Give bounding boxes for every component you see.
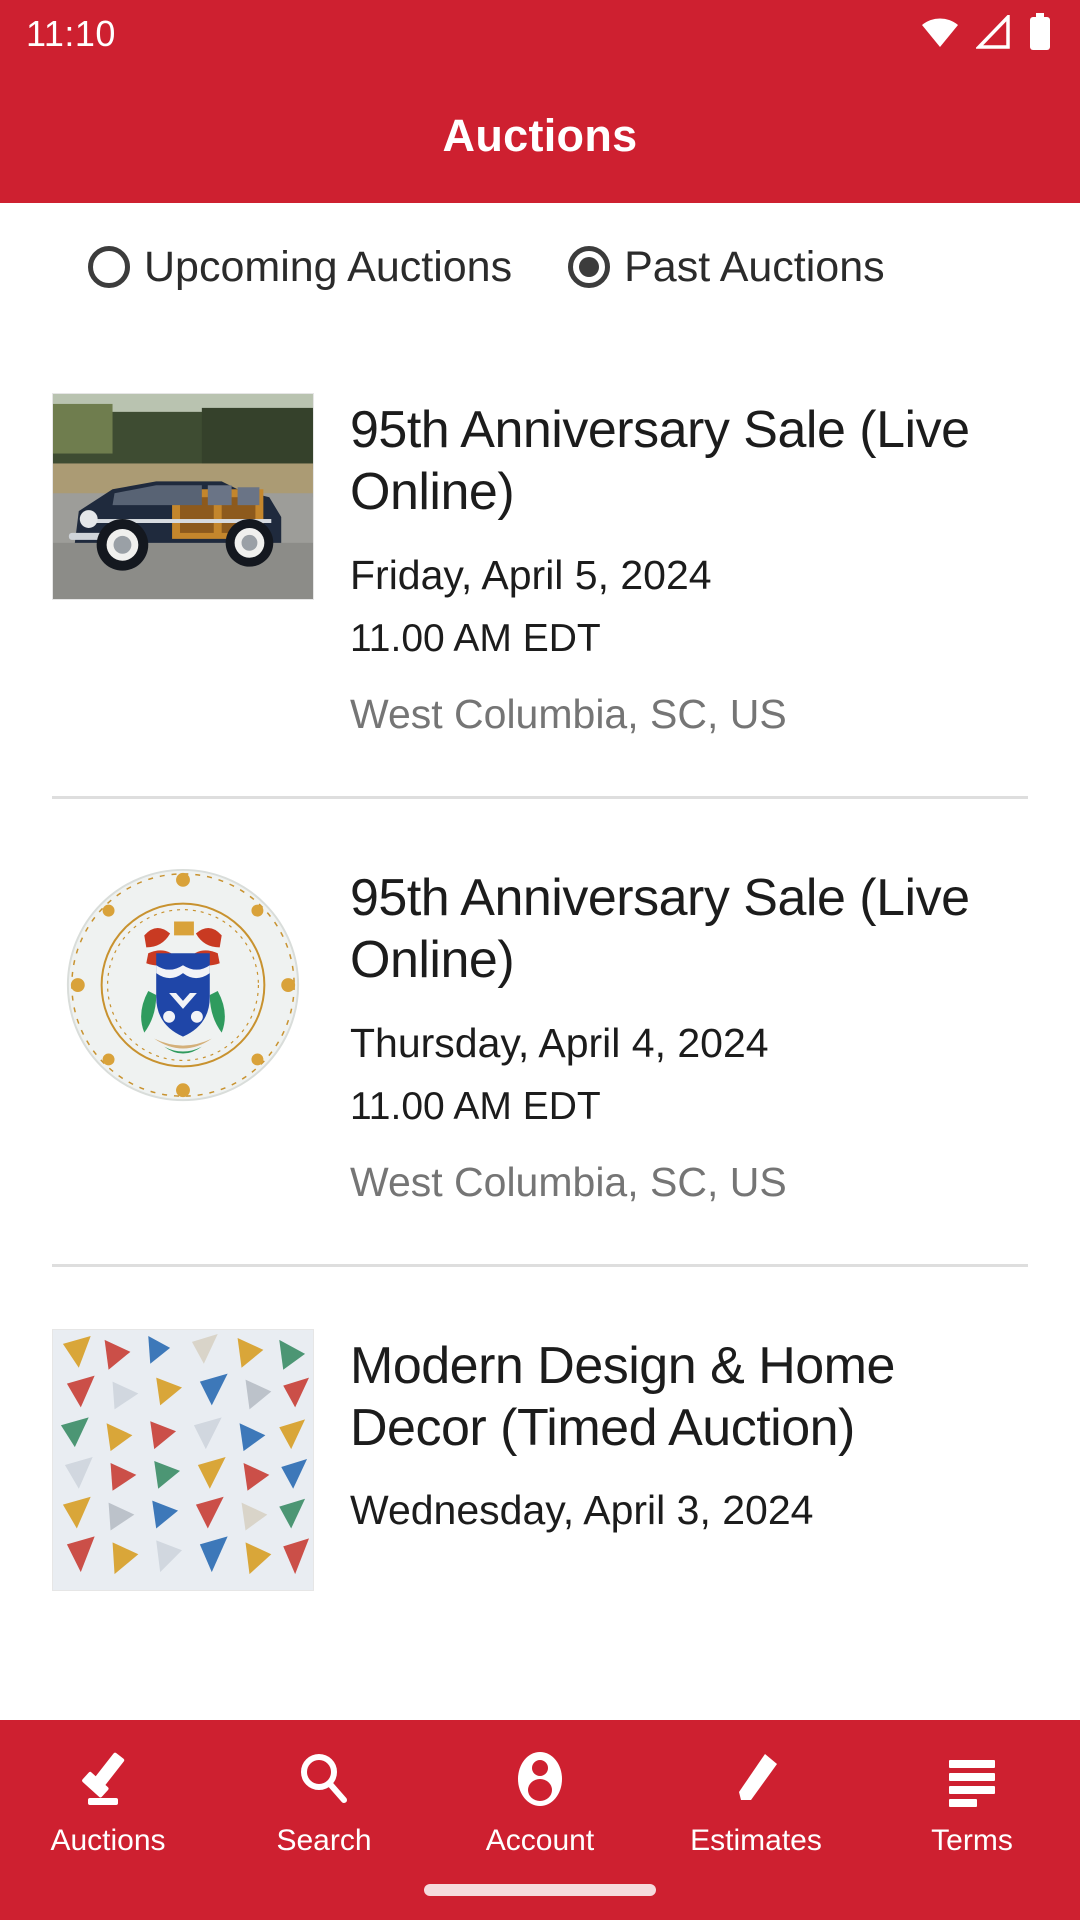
auction-title: Modern Design & Home Decor (Timed Auctio… xyxy=(350,1336,895,1457)
radio-upcoming-auctions-label: Upcoming Auctions xyxy=(144,242,513,291)
nav-item-terms[interactable]: Terms xyxy=(864,1748,1080,1858)
auction-date: Thursday, April 4, 2024 xyxy=(350,1019,769,1066)
auction-thumbnail[interactable] xyxy=(52,860,314,1206)
wifi-icon xyxy=(920,16,960,53)
status-bar: 11:10 xyxy=(0,0,1080,68)
radio-upcoming-auctions[interactable]: Upcoming Auctions xyxy=(88,243,512,292)
armorial-porcelain-plate-photo xyxy=(52,860,314,1109)
auctions-screen: 11:10 Auctions Upcoming Auctions Past Au… xyxy=(0,0,1080,1920)
radio-past-auctions-label: Past Auctions xyxy=(624,242,885,291)
auction-time: 11.00 AM EDT xyxy=(350,1084,601,1128)
status-time: 11:10 xyxy=(26,13,116,54)
auction-title: 95th Anniversary Sale (Live Online) xyxy=(350,401,970,522)
radio-unselected-icon xyxy=(88,246,130,288)
radio-past-auctions[interactable]: Past Auctions xyxy=(568,243,885,292)
nav-label-account: Account xyxy=(485,1824,595,1857)
nav-item-account[interactable]: Account xyxy=(432,1748,648,1858)
list-item[interactable]: Modern Design & Home Decor (Timed Auctio… xyxy=(0,1267,1080,1591)
auction-title: 95th Anniversary Sale (Live Online) xyxy=(350,868,970,990)
auction-location: West Columbia, SC, US xyxy=(350,690,787,737)
cellular-signal-icon xyxy=(974,12,1012,54)
auction-date: Friday, April 5, 2024 xyxy=(350,551,712,598)
nav-label-search: Search xyxy=(276,1824,372,1857)
nav-item-auctions[interactable]: Auctions xyxy=(0,1748,216,1858)
auction-details: 95th Anniversary Sale (Live Online) Frid… xyxy=(350,393,1028,738)
list-item[interactable]: 95th Anniversary Sale (Live Online) Frid… xyxy=(0,331,1080,738)
list-item[interactable]: 95th Anniversary Sale (Live Online) Thur… xyxy=(0,799,1080,1206)
auction-list[interactable]: 95th Anniversary Sale (Live Online) Frid… xyxy=(0,331,1080,1720)
vintage-woody-wagon-photo xyxy=(52,393,314,600)
status-icon-group xyxy=(920,12,1052,56)
auction-time: 11.00 AM EDT xyxy=(350,616,601,660)
auction-thumbnail[interactable] xyxy=(52,1328,314,1591)
bottom-navigation-bar: Auctions Search Account Estimates Terms xyxy=(0,1720,1080,1920)
radio-selected-icon xyxy=(568,246,611,288)
nav-item-search[interactable]: Search xyxy=(216,1748,432,1858)
auction-location: West Columbia, SC, US xyxy=(350,1158,787,1205)
nav-item-estimates[interactable]: Estimates xyxy=(648,1748,864,1858)
gavel-icon xyxy=(77,1748,139,1810)
pencil-icon xyxy=(725,1748,787,1810)
battery-icon xyxy=(1028,12,1052,56)
search-icon xyxy=(293,1748,355,1810)
auction-details: 95th Anniversary Sale (Live Online) Thur… xyxy=(350,861,1028,1206)
nav-label-terms: Terms xyxy=(931,1824,1013,1857)
nav-label-estimates: Estimates xyxy=(690,1824,822,1857)
account-icon xyxy=(509,1748,571,1810)
app-bar: Auctions xyxy=(0,68,1080,203)
nav-label-auctions: Auctions xyxy=(50,1824,166,1857)
abstract-shard-painting-photo xyxy=(52,1328,314,1591)
home-indicator[interactable] xyxy=(424,1884,656,1896)
auction-date: Wednesday, April 3, 2024 xyxy=(350,1487,814,1534)
list-lines-icon xyxy=(941,1748,1003,1810)
auction-details: Modern Design & Home Decor (Timed Auctio… xyxy=(350,1329,1028,1591)
page-title: Auctions xyxy=(442,109,638,161)
auction-thumbnail[interactable] xyxy=(52,393,314,738)
auction-filter-group: Upcoming Auctions Past Auctions xyxy=(0,203,1080,331)
